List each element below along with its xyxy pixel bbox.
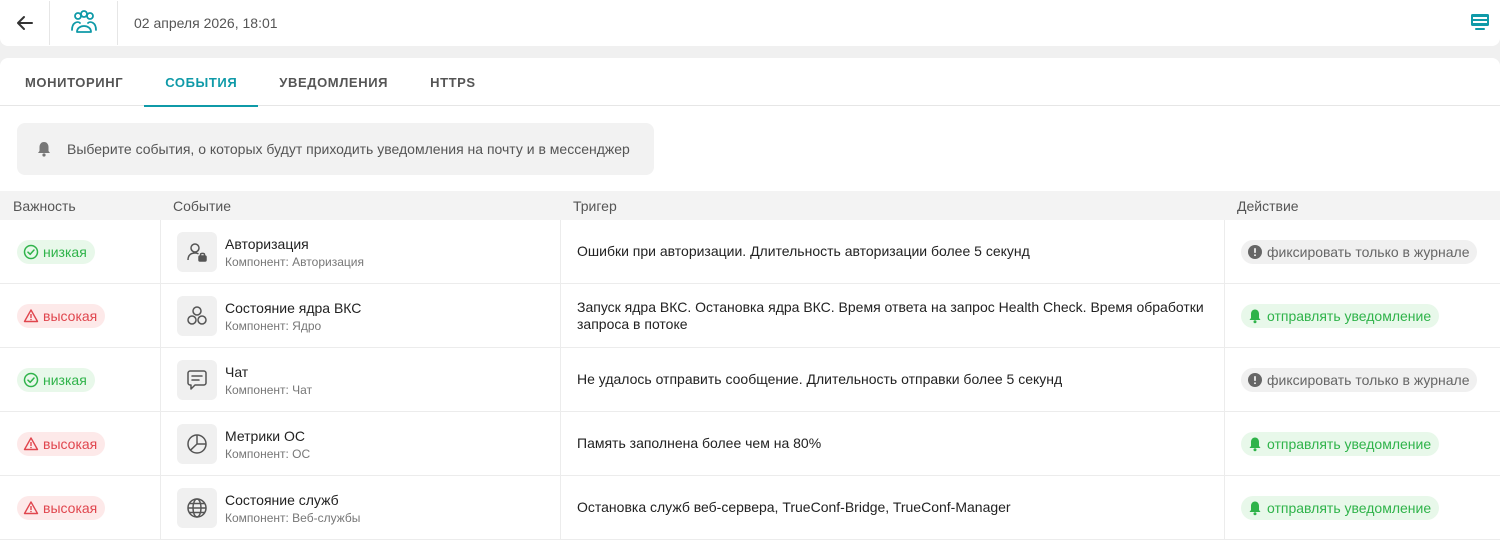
arrow-left-icon	[16, 16, 33, 30]
tab-bar: МОНИТОРИНГ СОБЫТИЯ УВЕДОМЛЕНИЯ HTTPS	[0, 58, 1500, 107]
bell-filled-icon	[1249, 309, 1261, 324]
event-component: Компонент: Чат	[225, 383, 313, 397]
table-row[interactable]: высокая Метрики ОС Компонент: ОС Память …	[0, 412, 1500, 476]
header-trigger: Тригер	[573, 198, 617, 214]
chat-icon	[187, 370, 207, 390]
tab-monitoring[interactable]: МОНИТОРИНГ	[4, 58, 144, 106]
event-component: Компонент: Авторизация	[225, 255, 364, 269]
info-text: Выберите события, о которых будут приход…	[67, 141, 630, 157]
event-icon-box	[177, 488, 217, 528]
action-button[interactable]: отправлять уведомление	[1241, 304, 1440, 328]
event-icon-box	[177, 424, 217, 464]
importance-label: высокая	[43, 500, 98, 516]
event-title: Чат	[225, 364, 249, 380]
warning-triangle-icon	[23, 309, 39, 323]
action-label: отправлять уведомление	[1267, 500, 1432, 516]
table-header: Важность Событие Тригер Действие	[0, 191, 1500, 220]
table-row[interactable]: высокая Состояние ядра ВКС Компонент: Яд…	[0, 284, 1500, 348]
tab-https[interactable]: HTTPS	[409, 58, 497, 106]
table-row[interactable]: низкая Чат Компонент: Чат Не удалось отп…	[0, 348, 1500, 412]
action-label: отправлять уведомление	[1267, 436, 1432, 452]
check-circle-icon	[23, 244, 39, 260]
event-component: Компонент: Ядро	[225, 319, 322, 333]
warning-triangle-icon	[23, 437, 39, 451]
circles-icon	[187, 306, 207, 325]
importance-badge: высокая	[17, 496, 106, 520]
event-trigger: Запуск ядра ВКС. Остановка ядра ВКС. Вре…	[577, 299, 1204, 332]
event-title: Авторизация	[225, 236, 309, 252]
importance-badge: высокая	[17, 432, 106, 456]
globe-icon	[187, 498, 207, 518]
importance-badge: низкая	[17, 368, 95, 392]
header-importance: Важность	[13, 198, 76, 214]
pie-chart-icon	[187, 434, 207, 454]
main-panel: МОНИТОРИНГ СОБЫТИЯ УВЕДОМЛЕНИЯ HTTPS Выб…	[0, 58, 1500, 541]
importance-label: низкая	[43, 372, 87, 388]
tab-events[interactable]: СОБЫТИЯ	[144, 58, 259, 107]
top-bar: 02 апреля 2026, 18:01	[0, 0, 1500, 46]
event-title: Метрики ОС	[225, 428, 305, 444]
action-label: отправлять уведомление	[1267, 308, 1432, 324]
bell-icon	[38, 142, 50, 157]
event-icon-box	[177, 232, 217, 272]
table-row[interactable]: высокая Состояние служб Компонент: Веб-с…	[0, 476, 1500, 540]
event-title: Состояние ядра ВКС	[225, 300, 362, 316]
warning-triangle-icon	[23, 501, 39, 515]
action-button[interactable]: фиксировать только в журнале	[1241, 368, 1478, 392]
check-circle-icon	[23, 372, 39, 388]
event-trigger: Память заполнена более чем на 80%	[577, 435, 822, 451]
event-component: Компонент: ОС	[225, 447, 311, 461]
action-label: фиксировать только в журнале	[1267, 372, 1470, 388]
event-title: Состояние служб	[225, 492, 339, 508]
action-button[interactable]: отправлять уведомление	[1241, 496, 1440, 520]
event-component: Компонент: Веб-службы	[225, 511, 361, 525]
logo[interactable]	[50, 1, 118, 45]
monitor-button[interactable]	[1468, 10, 1492, 34]
importance-badge: высокая	[17, 304, 106, 328]
monitor-icon	[1471, 14, 1489, 30]
event-icon-box	[177, 360, 217, 400]
event-trigger: Ошибки при авторизации. Длительность авт…	[577, 243, 1030, 259]
event-icon-box	[177, 296, 217, 336]
importance-label: высокая	[43, 308, 98, 324]
importance-badge: низкая	[17, 240, 95, 264]
tab-notifications[interactable]: УВЕДОМЛЕНИЯ	[258, 58, 409, 106]
importance-label: низкая	[43, 244, 87, 260]
importance-label: высокая	[43, 436, 98, 452]
table-row[interactable]: низкая Авторизация Компонент: Авторизаци…	[0, 220, 1500, 284]
action-button[interactable]: отправлять уведомление	[1241, 432, 1440, 456]
info-banner: Выберите события, о которых будут приход…	[17, 123, 654, 175]
event-trigger: Не удалось отправить сообщение. Длительн…	[577, 371, 1063, 387]
header-event: Событие	[173, 198, 231, 214]
header-datetime: 02 апреля 2026, 18:01	[134, 15, 278, 31]
bell-filled-icon	[1249, 437, 1261, 452]
action-button[interactable]: фиксировать только в журнале	[1241, 240, 1478, 264]
header-action: Действие	[1237, 198, 1299, 214]
action-label: фиксировать только в журнале	[1267, 244, 1470, 260]
event-trigger: Остановка служб веб-сервера, TrueConf-Br…	[577, 499, 1011, 515]
exclamation-circle-icon	[1248, 373, 1262, 387]
back-button[interactable]	[0, 1, 50, 45]
bell-filled-icon	[1249, 501, 1261, 516]
exclamation-circle-icon	[1248, 245, 1262, 259]
trueconf-logo-icon	[70, 10, 97, 33]
user-lock-icon	[187, 243, 207, 262]
